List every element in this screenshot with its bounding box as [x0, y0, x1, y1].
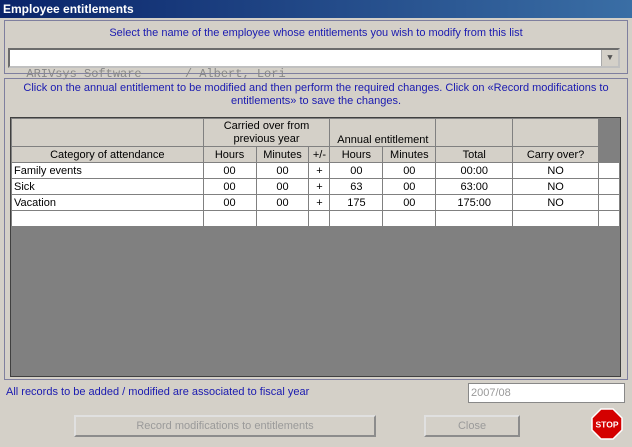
row-empty-cell[interactable] [435, 210, 514, 227]
header-carried-over: Carried over from previous year [202, 118, 331, 147]
row-carried-hours[interactable]: 00 [202, 194, 257, 211]
chevron-down-icon[interactable]: ▼ [601, 50, 618, 66]
row-annual-minutes[interactable]: 00 [382, 194, 437, 211]
employee-combo[interactable]: ARIVsys Software / Albert, Lori ▼ [8, 48, 620, 81]
header-category[interactable]: Category of attendance [11, 146, 204, 163]
row-empty-cell[interactable] [329, 210, 384, 227]
row-carried-hours[interactable]: 00 [202, 178, 257, 195]
row-carried-minutes[interactable]: 00 [255, 162, 310, 179]
grid-instruction: Click on the annual entitlement to be mo… [23, 82, 609, 107]
fiscal-year-field[interactable]: 2007/08 [468, 383, 625, 403]
header-blank [11, 118, 204, 147]
row-blank [597, 162, 621, 179]
header-annual-hours[interactable]: Hours [329, 146, 384, 163]
row-empty-cell[interactable] [202, 210, 257, 227]
row-sign[interactable]: + [308, 162, 331, 179]
header-blank-right [597, 118, 621, 163]
header-sign[interactable]: +/- [308, 146, 331, 163]
header-annual-entitlement: Annual entitlement [329, 118, 437, 147]
row-annual-hours[interactable]: 00 [329, 162, 384, 179]
row-category[interactable]: Family events [11, 162, 204, 179]
row-blank [597, 194, 621, 211]
row-empty-cell[interactable] [255, 210, 310, 227]
stop-icon[interactable]: STOP [591, 408, 623, 440]
header-minutes[interactable]: Minutes [255, 146, 310, 163]
row-total[interactable]: 63:00 [435, 178, 514, 195]
header-total[interactable]: Total [435, 146, 514, 163]
row-carried-hours[interactable]: 00 [202, 162, 257, 179]
row-empty-cell[interactable] [382, 210, 437, 227]
row-empty-cell[interactable] [512, 210, 599, 227]
record-modifications-button[interactable]: Record modifications to entitlements [74, 415, 376, 437]
row-total[interactable]: 175:00 [435, 194, 514, 211]
row-carry-over[interactable]: NO [512, 194, 599, 211]
row-annual-minutes[interactable]: 00 [382, 178, 437, 195]
row-carry-over[interactable]: NO [512, 178, 599, 195]
row-annual-hours[interactable]: 63 [329, 178, 384, 195]
select-instruction: Select the name of the employee whose en… [109, 27, 523, 39]
row-annual-hours[interactable]: 175 [329, 194, 384, 211]
row-sign[interactable]: + [308, 178, 331, 195]
row-sign[interactable]: + [308, 194, 331, 211]
row-total[interactable]: 00:00 [435, 162, 514, 179]
table-row[interactable]: Family events 00 00 + 00 00 00:00 NO [11, 162, 621, 179]
window-title: Employee entitlements [0, 0, 632, 18]
header-blank-carry [512, 118, 599, 147]
row-blank [597, 178, 621, 195]
row-category[interactable]: Sick [11, 178, 204, 195]
table-row-empty[interactable] [11, 210, 621, 227]
row-empty-cell [597, 210, 621, 227]
header-blank-total [435, 118, 514, 147]
stop-icon-label: STOP [596, 420, 619, 430]
row-annual-minutes[interactable]: 00 [382, 162, 437, 179]
close-button[interactable]: Close [424, 415, 520, 437]
entitlements-grid: Carried over from previous year Annual e… [10, 117, 621, 377]
table-row[interactable]: Vacation 00 00 + 175 00 175:00 NO [11, 194, 621, 211]
header-carry-over[interactable]: Carry over? [512, 146, 599, 163]
header-annual-minutes[interactable]: Minutes [382, 146, 437, 163]
row-empty-cell[interactable] [308, 210, 331, 227]
header-hours[interactable]: Hours [202, 146, 257, 163]
row-category[interactable]: Vacation [11, 194, 204, 211]
fiscal-year-label: All records to be added / modified are a… [6, 386, 310, 398]
table-row[interactable]: Sick 00 00 + 63 00 63:00 NO [11, 178, 621, 195]
row-carried-minutes[interactable]: 00 [255, 178, 310, 195]
entitlements-table: Carried over from previous year Annual e… [11, 118, 621, 227]
row-carried-minutes[interactable]: 00 [255, 194, 310, 211]
row-empty-cell[interactable] [11, 210, 204, 227]
row-carry-over[interactable]: NO [512, 162, 599, 179]
